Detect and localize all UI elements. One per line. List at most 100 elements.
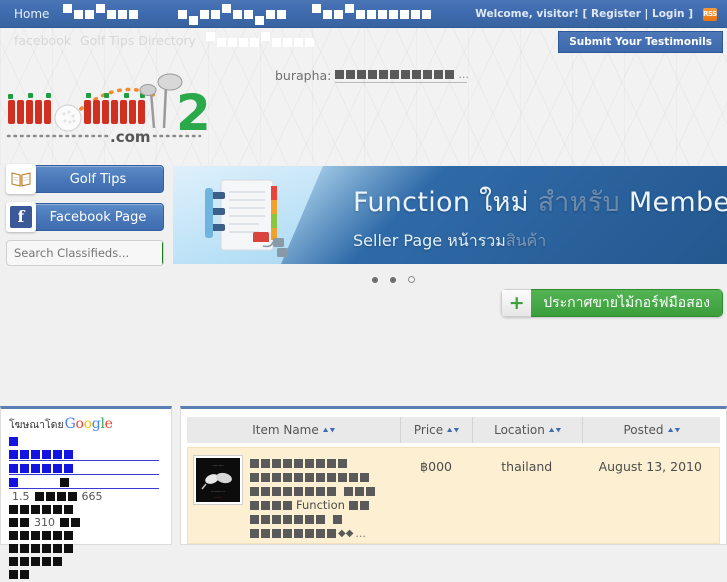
site-logo[interactable]: 2 .com bbox=[4, 68, 219, 150]
column-header-location[interactable]: Location bbox=[472, 417, 582, 443]
sort-icon bbox=[667, 427, 680, 433]
rss-icon[interactable]: RSS bbox=[703, 8, 717, 21]
tofu-glyph bbox=[366, 486, 375, 496]
tofu-glyph bbox=[222, 3, 231, 13]
post-listing-button[interactable]: + ประกาศขายไม้กอร์ฟมือสอง bbox=[501, 289, 723, 317]
ads-content: 1.5 665 310 bbox=[9, 436, 159, 582]
tofu-glyph bbox=[206, 32, 215, 41]
tofu-glyph bbox=[378, 9, 387, 19]
golf-club-thumbnail[interactable]: ......... ............ ........ bbox=[194, 456, 242, 504]
tofu-glyph bbox=[9, 478, 18, 487]
tofu-glyph bbox=[42, 531, 51, 540]
tofu-glyph bbox=[390, 70, 400, 79]
tofu-glyph bbox=[348, 500, 358, 510]
tofu-glyph bbox=[255, 16, 264, 25]
listings-table-header: Item Name Price Location Posted bbox=[187, 417, 720, 443]
banner-subheadline-ghost: สินค้า bbox=[505, 231, 547, 250]
tofu-glyph bbox=[64, 544, 73, 553]
tofu-glyph bbox=[64, 531, 73, 540]
column-header-price[interactable]: Price bbox=[400, 417, 472, 443]
sidebar-item-golf-tips[interactable]: Golf Tips bbox=[6, 164, 164, 194]
tofu-glyph bbox=[345, 3, 354, 13]
tofu-glyph bbox=[64, 464, 73, 473]
nav-item-home[interactable]: Home bbox=[14, 0, 49, 28]
tofu-glyph bbox=[305, 514, 314, 524]
carousel-dot-3[interactable] bbox=[408, 276, 415, 283]
tofu-glyph bbox=[42, 464, 51, 473]
item-name-line bbox=[250, 485, 375, 497]
submit-testimonial-button[interactable]: Submit Your Testimonils bbox=[558, 31, 723, 53]
user-greeting-value-link[interactable]: ... bbox=[335, 68, 469, 83]
tofu-glyph bbox=[327, 472, 336, 482]
banner-headline-ghost: สำหรับ bbox=[537, 187, 629, 218]
tofu-glyph bbox=[401, 70, 411, 79]
tofu-glyph bbox=[200, 9, 209, 19]
tofu-glyph bbox=[327, 486, 336, 496]
tofu-glyph bbox=[272, 472, 281, 482]
ad-line[interactable] bbox=[9, 477, 159, 489]
tofu-glyph bbox=[316, 472, 325, 482]
register-link[interactable]: Register bbox=[591, 8, 641, 20]
welcome-text: Welcome, visitor! bbox=[475, 8, 579, 20]
column-label: Price bbox=[413, 423, 444, 437]
column-label: Location bbox=[494, 423, 545, 437]
sort-icon bbox=[322, 427, 335, 433]
ad-line[interactable] bbox=[9, 463, 159, 475]
tofu-glyph bbox=[272, 500, 281, 510]
ad-number-2: 665 bbox=[81, 490, 103, 503]
subnav-item-3[interactable] bbox=[206, 32, 314, 53]
login-link[interactable]: Login bbox=[652, 8, 685, 20]
tofu-glyph bbox=[244, 9, 253, 19]
tofu-glyph bbox=[294, 528, 303, 538]
item-name-line: ◆◆ ... bbox=[250, 527, 375, 540]
tofu-glyph bbox=[9, 570, 18, 579]
tofu-glyph bbox=[9, 531, 18, 540]
column-header-item-name[interactable]: Item Name bbox=[187, 417, 400, 443]
ad-line bbox=[9, 556, 159, 567]
tofu-glyph bbox=[42, 450, 51, 459]
golf-tips-label: Golf Tips bbox=[32, 165, 164, 193]
tofu-glyph bbox=[434, 70, 444, 79]
search-button[interactable] bbox=[162, 241, 163, 265]
column-header-posted[interactable]: Posted bbox=[582, 417, 720, 443]
tofu-glyph bbox=[379, 70, 389, 79]
facebook-f-glyph: f bbox=[10, 206, 32, 228]
banner-subheadline-a: Seller Page bbox=[353, 231, 448, 250]
ad-line[interactable] bbox=[9, 436, 159, 447]
tofu-glyph bbox=[250, 472, 259, 482]
cell-item-name: ......... ............ ........ Function… bbox=[188, 448, 400, 543]
tofu-glyph bbox=[323, 9, 332, 19]
carousel-dot-1[interactable] bbox=[372, 276, 378, 283]
tofu-glyph bbox=[67, 492, 77, 501]
subnav-item-facebook[interactable]: facebook bbox=[14, 33, 71, 48]
tofu-glyph bbox=[283, 500, 292, 510]
tofu-glyph bbox=[20, 557, 29, 566]
tofu-glyph bbox=[60, 518, 69, 527]
document-illustration-graphic bbox=[205, 179, 288, 257]
carousel-dot-2[interactable] bbox=[390, 276, 396, 283]
table-row[interactable]: ......... ............ ........ Function… bbox=[187, 447, 720, 544]
promo-banner[interactable]: Function ใหม่ สำหรับ Member Seller Page … bbox=[173, 166, 727, 264]
nav-item-1[interactable] bbox=[63, 0, 138, 28]
item-name-line bbox=[250, 513, 375, 525]
ad-line bbox=[9, 504, 159, 515]
tofu-glyph bbox=[60, 478, 69, 487]
tofu-glyph bbox=[9, 505, 18, 514]
tofu-glyph bbox=[233, 9, 242, 19]
google-letter-o1: o bbox=[75, 416, 84, 432]
tofu-glyph bbox=[250, 38, 259, 47]
ad-number-1: 1.5 bbox=[12, 490, 30, 503]
nav-item-3[interactable] bbox=[312, 0, 431, 28]
tofu-glyph bbox=[9, 557, 18, 566]
ad-line bbox=[9, 530, 159, 541]
nav-item-2[interactable] bbox=[178, 0, 286, 28]
subnav-item-golf-tips-directory[interactable]: Golf Tips Directory bbox=[80, 33, 196, 48]
google-wordmark: Google bbox=[65, 416, 113, 432]
tofu-glyph bbox=[261, 486, 270, 496]
ad-line[interactable] bbox=[9, 449, 159, 461]
tofu-glyph bbox=[294, 458, 303, 468]
tofu-glyph bbox=[272, 458, 281, 468]
tofu-glyph bbox=[261, 514, 270, 524]
sidebar-item-facebook-page[interactable]: Facebook Page f bbox=[6, 202, 164, 232]
search-input[interactable] bbox=[7, 241, 162, 265]
